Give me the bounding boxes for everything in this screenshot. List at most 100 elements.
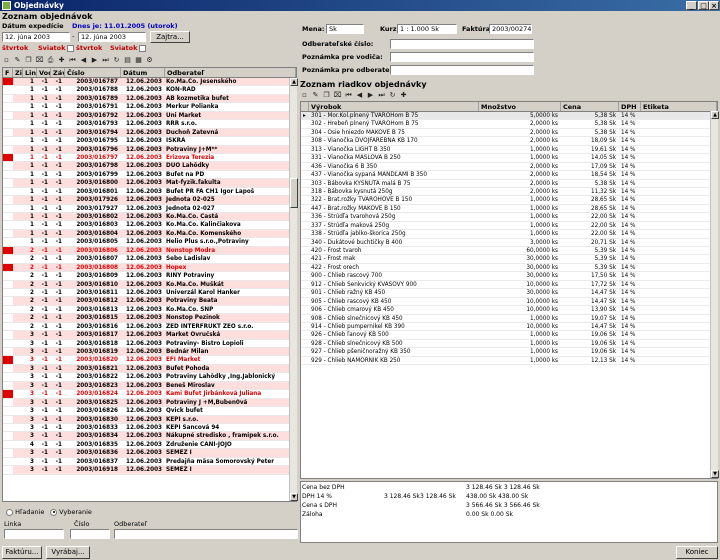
scroll-up-icon[interactable]: ▲ <box>290 78 298 86</box>
order-row[interactable]: 2 -1 -1 2003/016808 12.06.2003 Hopex <box>3 263 296 273</box>
edit-doc-icon[interactable]: ✎ <box>13 56 22 65</box>
order-row[interactable]: 1 -1 -1 2003/016787 12.06.2003 Ko.Ma.Co. Jese… <box>3 78 296 87</box>
col-date[interactable]: Dátum <box>121 68 165 77</box>
order-item-row[interactable]: 322 - Brat.rožky TVAROHOVÉ B 150 1,0000 k… <box>301 196 717 205</box>
delete-item-icon[interactable]: ⌧ <box>333 91 342 100</box>
invoice-button[interactable]: Faktúru... <box>2 546 42 559</box>
order-row[interactable]: 3 -1 -1 2003/016820 12.06.2003 EFI Market <box>3 356 296 365</box>
prev-item-icon[interactable]: ◀ <box>355 91 364 100</box>
order-row[interactable]: 2 -1 -1 2003/016806 12.06.2003 Nonstop Modra <box>3 246 296 256</box>
order-item-row[interactable]: 337 - Štrúdľa maková 250g 1,0000 ks 22,00 … <box>301 222 717 231</box>
order-row[interactable]: 1 -1 -1 2003/017926 12.06.2003 Jednota 02-025 <box>3 196 296 205</box>
order-row[interactable]: 3 -1 -1 2003/016826 12.06.2003 Qvick bufet <box>3 407 296 416</box>
scroll-down-icon[interactable]: ▼ <box>290 493 298 501</box>
col-vod[interactable]: Vod <box>37 68 51 77</box>
order-item-row[interactable]: 447 - Brat.rožky MAKOVÉ B 150 1,0000 ks 28… <box>301 205 717 214</box>
order-row[interactable]: 1 -1 -1 2003/016795 12.06.2003 ISKRA <box>3 137 296 146</box>
driver-note-field[interactable] <box>390 52 534 62</box>
refresh-items-icon[interactable]: ↻ <box>388 91 397 100</box>
order-item-row[interactable]: 420 - Frost tvaroh 60,0000 ks 5,39 Sk 14 % <box>301 247 717 256</box>
order-row[interactable]: 1 -1 -1 2003/016801 12.06.2003 Bufet PR FA CH… <box>3 187 296 197</box>
order-row[interactable]: 3 -1 -1 2003/016918 12.06.2003 SEMEZ I <box>3 466 296 475</box>
copy-doc-icon[interactable]: ❐ <box>24 56 33 65</box>
prev-record-icon[interactable]: ◀ <box>79 56 88 65</box>
col-vat[interactable]: DPH <box>619 102 641 111</box>
next-record-icon[interactable]: ▶ <box>90 56 99 65</box>
mode-select-option[interactable]: Vyberanie <box>50 508 92 516</box>
number-input[interactable] <box>70 529 110 539</box>
new-doc-icon[interactable]: ▫ <box>2 56 11 65</box>
edit-item-icon[interactable]: ✎ <box>311 91 320 100</box>
insert-icon[interactable]: ✚ <box>57 56 66 65</box>
order-item-row[interactable]: 436 - Vianočka 6 B 350 2,0000 ks 17,09 Sk 1… <box>301 163 717 172</box>
order-row[interactable]: 3 -1 -1 2003/016833 12.06.2003 KEPI Šancová 9… <box>3 423 296 433</box>
invoice-field[interactable]: 2003/002742 <box>489 24 532 34</box>
order-item-row[interactable]: 338 - Štrúdľa jablko-škorica 250g 1,0000 … <box>301 230 717 239</box>
order-row[interactable]: 2 -1 -1 2003/016815 12.06.2003 Nonstop Pezino… <box>3 314 296 323</box>
first-item-icon[interactable]: ⏮ <box>344 91 353 100</box>
order-item-row[interactable]: 302 - Hrebeň plnený TVAROHom B 75 2,0000 … <box>301 120 717 129</box>
order-row[interactable]: 1 -1 -1 2003/017927 12.06.2003 Jednota 02-027 <box>3 204 296 213</box>
order-row[interactable]: 1 -1 -1 2003/016802 12.06.2003 Ko.Ma.Co. Čast… <box>3 213 296 222</box>
produce-button[interactable]: Vyrábaj... <box>46 546 90 559</box>
order-item-row[interactable]: 929 - Chlieb NÁMORNÍK KB 250 1,0000 ks 12,… <box>301 357 717 366</box>
settings-icon[interactable]: ⚙ <box>145 56 154 65</box>
order-row[interactable]: 1 -1 -1 2003/016803 12.06.2003 Ko.Ma.Co. Kali… <box>3 221 296 230</box>
order-item-row[interactable]: 905 - Chlieb rascový KB 450 10,0000 ks 14,… <box>301 298 717 307</box>
holiday-checkbox-2[interactable] <box>139 44 147 52</box>
col-number[interactable]: Číslo <box>65 68 121 77</box>
order-row[interactable]: 1 -1 -1 2003/016792 12.06.2003 Uni Market <box>3 111 296 121</box>
next-item-icon[interactable]: ▶ <box>366 91 375 100</box>
delete-doc-icon[interactable]: ⌧ <box>35 56 44 65</box>
close-button[interactable]: Koniec <box>676 546 718 559</box>
col-label[interactable]: Etiketa <box>641 102 717 111</box>
order-row[interactable]: 1 -1 -1 2003/016798 12.06.2003 DUO Lahôdky <box>3 162 296 171</box>
order-row[interactable]: 1 -1 -1 2003/016788 12.06.2003 KON-RAD <box>3 86 296 95</box>
col-zi[interactable]: Zi <box>13 68 23 77</box>
order-row[interactable]: 2 -1 -1 2003/016809 12.06.2003 RINY Potraviny <box>3 272 296 281</box>
order-row[interactable]: 2 -1 -1 2003/016812 12.06.2003 Potraviny Beat… <box>3 297 296 306</box>
order-row[interactable]: 3 -1 -1 2003/016824 12.06.2003 Kami Bufet Jir… <box>3 390 296 399</box>
first-record-icon[interactable]: ⏮ <box>68 56 77 65</box>
order-row[interactable]: 2 -1 -1 2003/016811 12.06.2003 Univerzál Karo… <box>3 288 296 298</box>
order-row[interactable]: 2 -1 -1 2003/016807 12.06.2003 Šebo Ladislav <box>3 255 296 264</box>
holiday-checkbox-1[interactable] <box>67 44 75 52</box>
orders-scrollbar[interactable]: ▲ ▼ <box>289 78 298 501</box>
last-record-icon[interactable]: ⏭ <box>101 56 110 65</box>
order-row[interactable]: 1 -1 -1 2003/016804 12.06.2003 Ko.Ma.Co. Kome… <box>3 229 296 239</box>
order-row[interactable]: 3 -1 -1 2003/016825 12.06.2003 Potraviny J +M… <box>3 398 296 408</box>
tomorrow-button[interactable]: Zajtra... <box>150 31 190 43</box>
order-row[interactable]: 4 -1 -1 2003/016835 12.06.2003 Združenie CANI… <box>3 440 296 450</box>
customer-input[interactable] <box>114 529 298 539</box>
customer-number-field[interactable] <box>390 39 534 49</box>
close-window-button[interactable]: × <box>709 1 719 10</box>
currency-field[interactable]: Sk <box>326 24 364 34</box>
order-item-row[interactable]: 318 - Bábovka kysnutá 250g 2,0000 ks 11,32… <box>301 188 717 197</box>
order-row[interactable]: 3 -1 -1 2003/016834 12.06.2003 Nákupné stredi… <box>3 432 296 441</box>
mode-find-option[interactable]: Hľadanie <box>6 508 44 516</box>
order-row[interactable]: 1 -1 -1 2003/016797 12.06.2003 Erizova Terezi… <box>3 153 296 163</box>
order-item-row[interactable]: 912 - Chlieb Šenkvický KVASOVÝ 900 10,000… <box>301 281 717 290</box>
order-row[interactable]: 3 -1 -1 2003/016836 12.06.2003 SEMEZ I <box>3 449 296 458</box>
order-item-row[interactable]: 908 - Chlieb slnečnicový KB 450 1,0000 ks… <box>301 315 717 323</box>
items-scrollbar[interactable]: ▲ ▼ <box>710 111 719 478</box>
rate-field[interactable]: 1 : 1.000 Sk <box>397 24 457 34</box>
line-input[interactable] <box>4 529 64 539</box>
order-item-row[interactable]: 914 - Chlieb pumpernikel KB 390 10,0000 k… <box>301 323 717 332</box>
new-item-icon[interactable]: ▫ <box>300 91 309 100</box>
print-icon[interactable]: ⎙ <box>46 56 55 65</box>
order-row[interactable]: 1 -1 -1 2003/016789 12.06.2003 AB kozmetika b… <box>3 94 296 104</box>
order-item-row[interactable]: 340 - Dukátové buchtičky B 400 3,0000 ks 2… <box>301 239 717 247</box>
filter-icon[interactable]: ▤ <box>123 56 132 65</box>
order-item-row[interactable]: 421 - Frost mak 30,0000 ks 5,39 Sk 14 % <box>301 255 717 264</box>
minimize-button[interactable]: _ <box>686 1 697 10</box>
order-item-row[interactable]: 422 - Frost orech 30,0000 ks 5,39 Sk 14 % <box>301 264 717 273</box>
order-item-row[interactable]: 331 - Vianočka MASLOVÁ B 250 1,0000 ks 14,… <box>301 154 717 163</box>
order-item-row[interactable]: 437 - Vianočka sypaná MANDĽAMI B 350 2,00… <box>301 171 717 180</box>
order-row[interactable]: 1 -1 -1 2003/016799 12.06.2003 Bufet na PD <box>3 170 296 180</box>
col-quantity[interactable]: Množstvo <box>479 102 561 111</box>
order-item-row[interactable]: 900 - Chlieb rascový 700 30,0000 ks 17,50 … <box>301 272 717 281</box>
order-item-row[interactable]: 308 - Vianočka DVOJFAREBNÁ KB 170 2,0000 … <box>301 137 717 146</box>
date-to-picker[interactable]: 12. júna 2003 <box>78 32 146 42</box>
order-item-row[interactable]: 927 - Chlieb pšeničnoražný KB 350 1,0000 … <box>301 348 717 357</box>
